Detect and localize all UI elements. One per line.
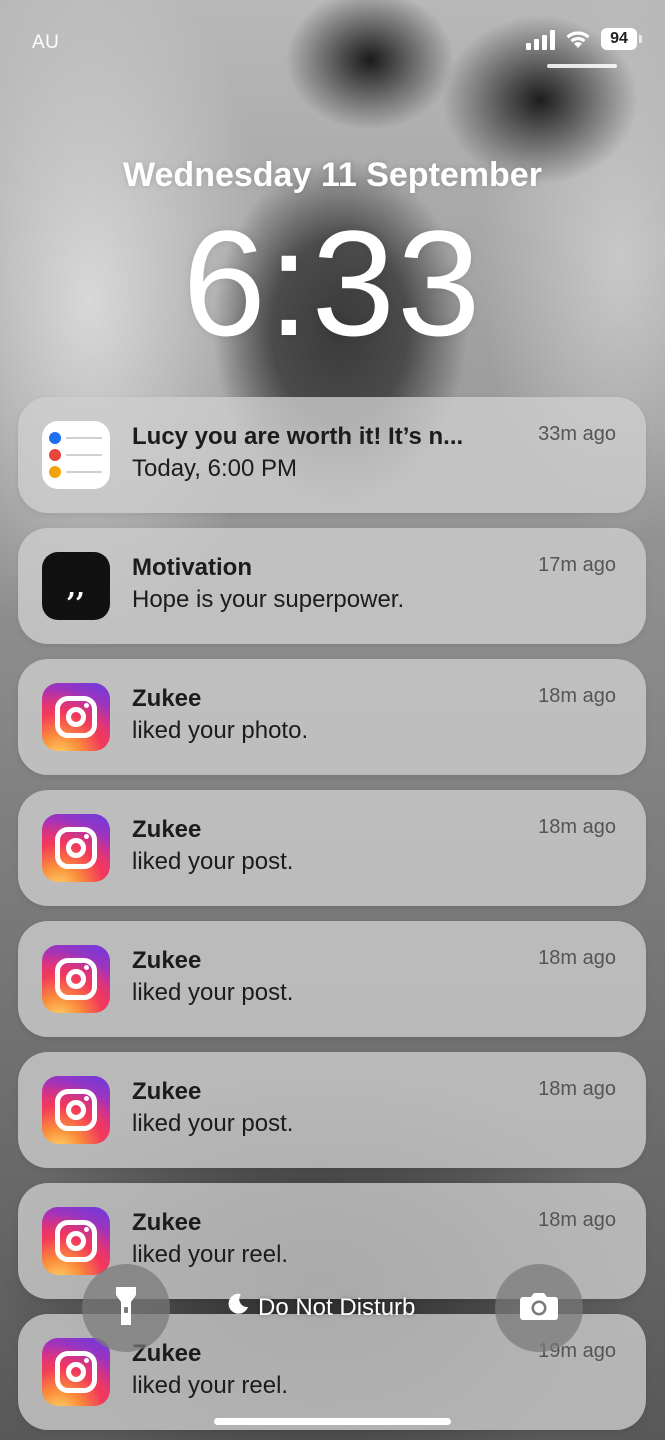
notification-title: Zukee [132,1078,202,1105]
battery-icon: 94 [601,28,642,50]
notification-body: liked your reel. [132,1372,289,1399]
notification-title: Lucy you are worth it! It’s n... [132,423,464,450]
lock-screen-time: 6:33 [182,199,483,367]
notification-title: Zukee [132,1209,202,1236]
notification-card[interactable]: Zukee liked your post. 18m ago [18,1052,646,1168]
status-indicators: 94 [526,28,642,50]
cellular-signal-icon [526,28,555,50]
control-center-handle[interactable] [547,64,617,68]
notification-time: 33m ago [538,423,616,445]
notification-time: 18m ago [538,685,616,707]
carrier-label: AU [32,32,60,53]
notification-card[interactable]: Zukee liked your photo. 18m ago [18,659,646,775]
notification-body: Hope is your superpower. [132,586,405,613]
notification-time: 17m ago [538,554,616,576]
flashlight-icon [115,1285,137,1332]
focus-mode-indicator[interactable]: Do Not Disturb [226,1292,415,1323]
notification-card[interactable]: Lucy you are worth it! It’s n... Today, … [18,397,646,513]
home-indicator[interactable] [214,1418,451,1425]
notification-title: Motivation [132,554,252,581]
notification-card[interactable]: ,, Motivation Hope is your superpower. 1… [18,528,646,644]
status-bar: AU 94 [0,0,665,70]
lock-screen-date: Wednesday 11 September [123,156,542,194]
moon-icon [226,1292,250,1323]
camera-icon [519,1291,559,1326]
instagram-app-icon [42,1076,110,1144]
notification-time: 18m ago [538,1078,616,1100]
wifi-icon [565,29,591,49]
instagram-app-icon [42,945,110,1013]
notification-title: Zukee [132,816,202,843]
notification-card[interactable]: Zukee liked your post. 18m ago [18,790,646,906]
notification-body: liked your reel. [132,1241,289,1268]
reminders-app-icon [42,421,110,489]
instagram-app-icon [42,1338,110,1406]
instagram-app-icon [42,683,110,751]
notification-body: liked your photo. [132,717,309,744]
instagram-app-icon [42,814,110,882]
focus-mode-label: Do Not Disturb [258,1293,416,1321]
notification-title: Zukee [132,685,202,712]
flashlight-button[interactable] [82,1264,170,1352]
quote-app-icon: ,, [42,552,110,620]
notification-title: Zukee [132,947,202,974]
notification-body: Today, 6:00 PM [132,455,297,482]
notification-time: 18m ago [538,816,616,838]
battery-level: 94 [610,30,628,47]
notification-time: 18m ago [538,1209,616,1231]
notification-body: liked your post. [132,1110,294,1137]
notification-body: liked your post. [132,979,294,1006]
instagram-app-icon [42,1207,110,1275]
notification-time: 18m ago [538,947,616,969]
notification-body: liked your post. [132,848,294,875]
notification-card[interactable]: Zukee liked your post. 18m ago [18,921,646,1037]
camera-button[interactable] [495,1264,583,1352]
